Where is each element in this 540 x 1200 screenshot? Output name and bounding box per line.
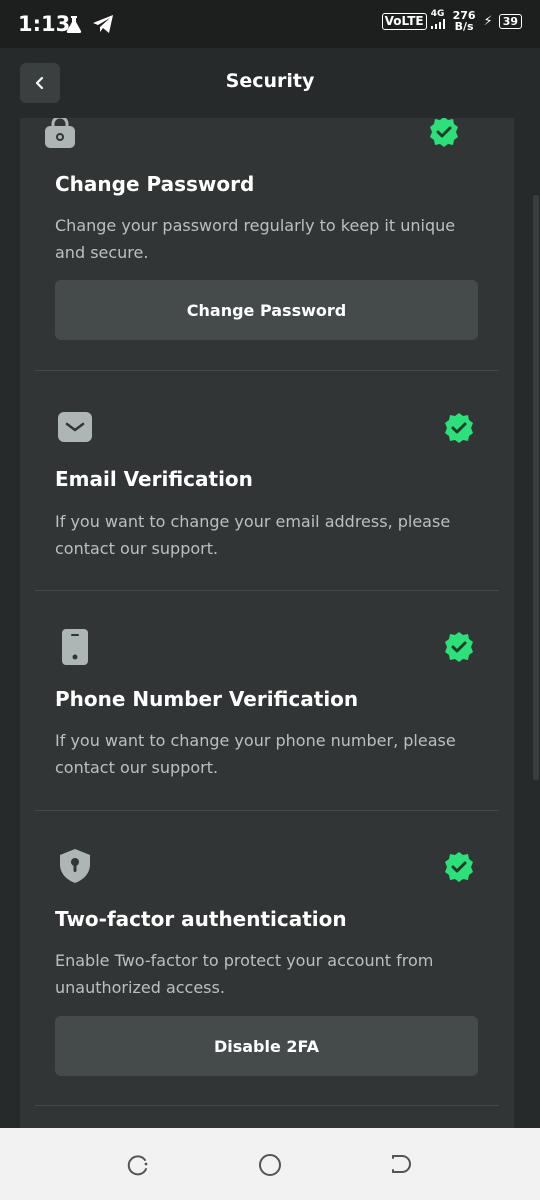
shield-icon: [60, 849, 90, 883]
verified-check-icon: [445, 413, 473, 443]
verified-check-icon: [445, 632, 473, 662]
status-time: 1:13: [18, 12, 71, 36]
divider: [35, 590, 499, 591]
mail-icon: [58, 412, 92, 442]
security-panel: Change Password Change your password reg…: [20, 118, 514, 1128]
section-description: If you want to change your email address…: [55, 512, 451, 558]
flask-icon: [64, 14, 84, 38]
battery-indicator: 39: [498, 13, 522, 29]
recent-apps-icon[interactable]: [125, 1152, 151, 1178]
change-password-button[interactable]: Change Password: [55, 280, 478, 340]
section-title: Two-factor authentication: [55, 907, 347, 931]
signal-icon: 4G: [430, 10, 445, 32]
section-description: Enable Two-factor to protect your accoun…: [55, 951, 434, 997]
network-speed: 276 B/s: [452, 9, 476, 33]
status-indicators: VoLTE 4G 276 B/s ⚡ 39: [381, 9, 522, 33]
telegram-icon: [92, 14, 114, 38]
back-nav-icon[interactable]: [388, 1152, 414, 1178]
divider: [35, 810, 499, 811]
status-bar: 1:13 VoLTE 4G 276 B/s ⚡ 39: [0, 0, 540, 48]
charging-icon: ⚡: [483, 13, 493, 29]
system-nav-bar: [0, 1128, 540, 1200]
volte-badge: VoLTE: [381, 12, 427, 30]
home-icon[interactable]: [257, 1152, 283, 1178]
verified-check-icon: [445, 852, 473, 882]
scrollbar[interactable]: [533, 195, 539, 780]
divider: [35, 1105, 499, 1106]
section-title: Phone Number Verification: [55, 687, 359, 711]
disable-2fa-button[interactable]: Disable 2FA: [55, 1016, 478, 1076]
app-header: Security: [0, 48, 540, 118]
phone-icon: [62, 629, 88, 665]
section-description: If you want to change your phone number,…: [55, 731, 456, 777]
section-title: Change Password: [55, 172, 255, 196]
section-description: Change your password regularly to keep i…: [55, 216, 456, 262]
section-title: Email Verification: [55, 467, 253, 491]
page-title: Security: [225, 70, 315, 92]
divider: [35, 370, 499, 371]
verified-check-icon: [430, 118, 458, 147]
lock-icon: [45, 118, 75, 148]
